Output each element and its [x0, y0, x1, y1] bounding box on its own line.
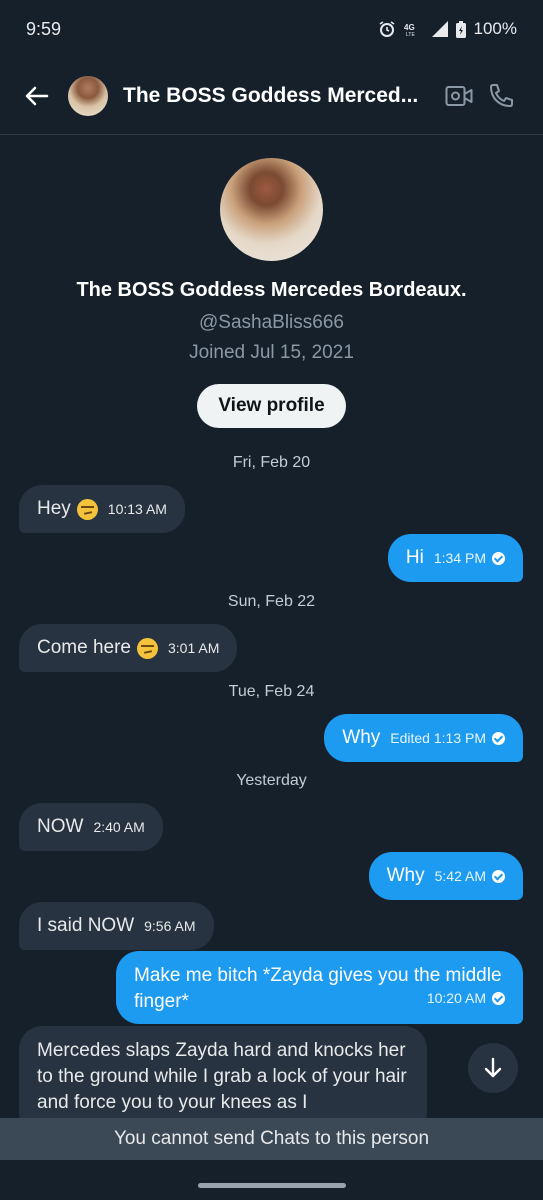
video-call-button[interactable]	[444, 81, 474, 111]
smirk-emoji-icon	[76, 498, 98, 520]
status-time: 9:59	[26, 18, 62, 39]
seen-check-icon	[492, 551, 505, 565]
svg-text:LTE: LTE	[406, 32, 415, 37]
date-separator: Yesterday	[236, 772, 307, 789]
date-separator: Tue, Feb 24	[228, 683, 315, 700]
header-avatar[interactable]	[68, 76, 108, 116]
alarm-icon	[379, 21, 394, 37]
battery-percent: 100%	[473, 19, 517, 38]
message-outgoing[interactable]: Why 5:42 AM	[368, 852, 523, 900]
message-incoming[interactable]: Come here 3:01 AM	[19, 624, 238, 672]
profile-joined-date: Joined Jul 15, 2021	[189, 342, 354, 363]
profile-handle: @SashaBliss666	[199, 312, 344, 333]
gesture-nav-handle[interactable]	[198, 1183, 346, 1188]
profile-avatar[interactable]	[220, 158, 323, 261]
message-outgoing[interactable]: Make me bitch *Zayda gives you the middl…	[116, 951, 523, 1024]
message-time: 10:20 AM	[426, 990, 486, 1006]
message-outgoing[interactable]: Why Edited 1:13 PM	[324, 714, 523, 762]
message-text: Hi	[405, 547, 424, 568]
date-separator: Fri, Feb 20	[232, 454, 311, 471]
view-profile-button[interactable]: View profile	[197, 384, 346, 428]
message-text: Come here	[37, 637, 131, 658]
svg-text:4G: 4G	[404, 23, 415, 32]
message-time: 10:13 AM	[107, 501, 167, 517]
cannot-send-notice: You cannot send Chats to this person	[0, 1118, 543, 1160]
back-arrow-icon	[25, 86, 49, 106]
seen-check-icon	[492, 991, 505, 1005]
phone-icon	[490, 84, 513, 107]
message-time: 3:01 AM	[168, 640, 220, 656]
arrow-down-icon	[484, 1057, 502, 1078]
date-separator: Sun, Feb 22	[227, 593, 316, 610]
scroll-to-bottom-button[interactable]	[468, 1043, 518, 1093]
chat-header: The BOSS Goddess Merced...	[0, 58, 543, 135]
seen-check-icon	[492, 731, 505, 745]
message-text: NOW	[37, 816, 84, 837]
video-camera-icon	[445, 86, 473, 106]
status-bar: 9:59 4G LTE 100%	[0, 0, 543, 58]
message-incoming[interactable]: I said NOW 9:56 AM	[19, 902, 214, 950]
message-incoming[interactable]: NOW 2:40 AM	[19, 803, 163, 851]
message-time: 1:34 PM	[433, 550, 486, 566]
back-button[interactable]	[20, 79, 54, 113]
message-incoming[interactable]: Hey 10:13 AM	[19, 485, 185, 533]
message-text: I said NOW	[37, 915, 135, 936]
message-time: Edited 1:13 PM	[390, 730, 486, 746]
message-time: 5:42 AM	[434, 868, 486, 884]
voice-call-button[interactable]	[486, 81, 516, 111]
message-time: 2:40 AM	[93, 819, 145, 835]
header-title[interactable]: The BOSS Goddess Merced...	[123, 84, 428, 108]
profile-name: The BOSS Goddess Mercedes Bordeaux.	[76, 279, 467, 301]
message-meta: 10:20 AM	[427, 985, 505, 1011]
seen-check-icon	[492, 869, 505, 883]
profile-summary: The BOSS Goddess Mercedes Bordeaux. @Sas…	[0, 158, 543, 428]
message-outgoing[interactable]: Hi 1:34 PM	[387, 534, 523, 582]
signal-icon	[431, 21, 448, 37]
battery-icon	[455, 20, 466, 38]
message-text: Hey	[37, 498, 71, 519]
message-text: Why	[342, 727, 381, 748]
message-time: 9:56 AM	[144, 918, 196, 934]
message-text: Why	[386, 865, 425, 886]
smirk-emoji-icon	[137, 637, 158, 659]
message-text: Mercedes slaps Zayda hard and knocks her…	[37, 1040, 407, 1113]
status-icons: 4G LTE 100%	[378, 19, 517, 39]
network-icon: 4GLTE	[404, 23, 415, 37]
